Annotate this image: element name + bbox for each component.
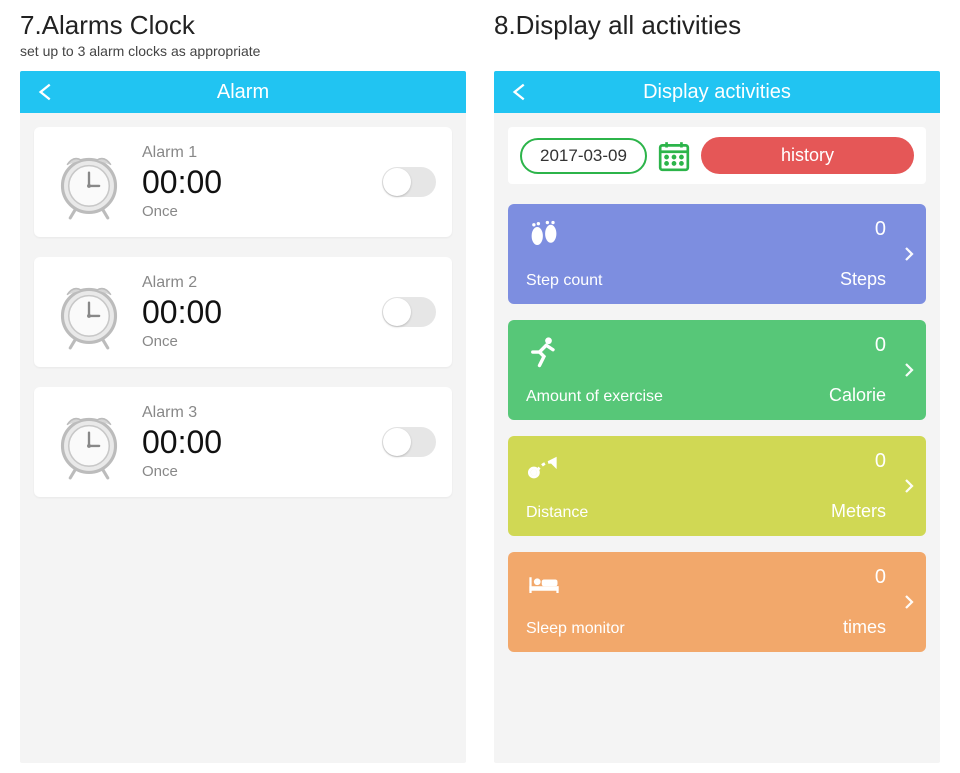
alarm-info: Alarm 1 00:00 Once [142,144,368,220]
activity-label: Amount of exercise [526,388,663,406]
screen-title: Display activities [494,81,940,104]
topbar: Alarm [20,71,466,113]
alarm-toggle[interactable] [382,427,436,457]
activity-unit: times [843,617,886,638]
clock-icon [50,273,128,351]
alarm-frequency: Once [142,333,368,350]
section-heading: 8.Display all activities [494,10,940,41]
activity-value: 0 [875,450,886,473]
alarm-toggle[interactable] [382,167,436,197]
topbar: Display activities [494,71,940,113]
activity-card[interactable]: Distance 0 Meters [508,436,926,536]
alarm-name: Alarm 2 [142,274,368,292]
section-subheading [494,43,940,61]
activities-screen: Display activities 2017-03-09 history [494,71,940,763]
activity-unit: Meters [831,501,886,522]
activity-unit: Calorie [829,385,886,406]
back-arrow-icon[interactable] [510,81,532,103]
alarm-time: 00:00 [142,294,368,331]
alarm-info: Alarm 3 00:00 Once [142,404,368,480]
activity-card[interactable]: Amount of exercise 0 Calorie [508,320,926,420]
activity-value: 0 [875,334,886,357]
alarm-screen: Alarm Alarm 1 00:00 Once Alarm 2 0 [20,71,466,763]
alarm-card[interactable]: Alarm 2 00:00 Once [34,257,452,367]
chevron-right-icon [900,593,918,611]
back-arrow-icon[interactable] [36,81,58,103]
alarm-card[interactable]: Alarm 1 00:00 Once [34,127,452,237]
activity-card[interactable]: Step count 0 Steps [508,204,926,304]
alarm-time: 00:00 [142,424,368,461]
calendar-icon[interactable] [657,139,691,173]
chevron-right-icon [900,361,918,379]
alarm-card[interactable]: Alarm 3 00:00 Once [34,387,452,497]
history-button[interactable]: history [701,137,914,174]
alarm-name: Alarm 1 [142,144,368,162]
screen-title: Alarm [20,81,466,104]
chevron-right-icon [900,245,918,263]
feet-icon [526,218,562,254]
date-row: 2017-03-09 history [508,127,926,184]
alarm-name: Alarm 3 [142,404,368,422]
alarm-frequency: Once [142,463,368,480]
bed-icon [526,566,562,602]
route-icon [526,450,562,486]
runner-icon [526,334,562,370]
activity-card[interactable]: Sleep monitor 0 times [508,552,926,652]
activity-label: Distance [526,504,588,522]
alarm-info: Alarm 2 00:00 Once [142,274,368,350]
alarm-time: 00:00 [142,164,368,201]
activity-value: 0 [875,566,886,589]
section-subheading: set up to 3 alarm clocks as appropriate [20,43,466,61]
clock-icon [50,403,128,481]
date-pill[interactable]: 2017-03-09 [520,138,647,174]
section-activities: 8.Display all activities Display activit… [494,10,940,763]
activity-unit: Steps [840,269,886,290]
activity-value: 0 [875,218,886,241]
alarm-frequency: Once [142,203,368,220]
chevron-right-icon [900,477,918,495]
section-heading: 7.Alarms Clock [20,10,466,41]
clock-icon [50,143,128,221]
activity-label: Sleep monitor [526,620,625,638]
alarm-toggle[interactable] [382,297,436,327]
activity-label: Step count [526,272,603,290]
section-alarms: 7.Alarms Clock set up to 3 alarm clocks … [20,10,466,763]
